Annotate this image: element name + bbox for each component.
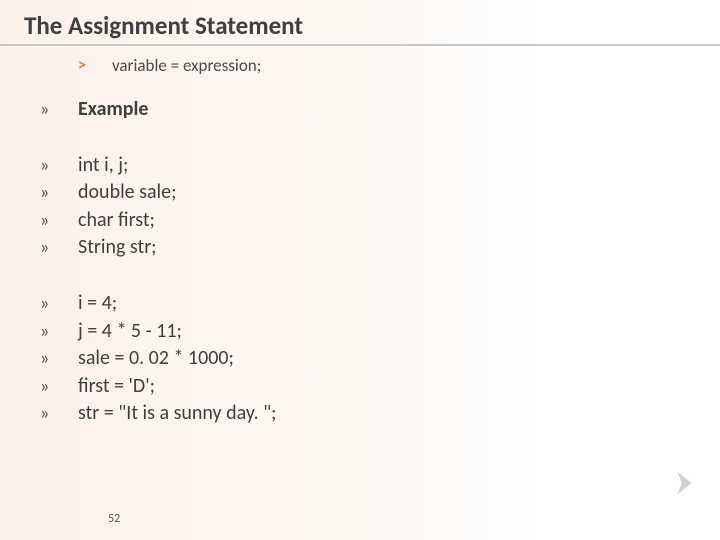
list-item: » Example (40, 96, 600, 124)
syntax-text: variable = expression; (112, 55, 261, 76)
list-item: » double sale; (40, 179, 600, 207)
list-item: » char first; (40, 207, 600, 235)
syntax-bullet: ˃ (78, 56, 86, 75)
line-text: char first; (78, 207, 600, 235)
list-item: » sale = 0. 02 * 1000; (40, 345, 600, 373)
bullet-glyph: » (40, 180, 54, 205)
bullet-glyph: » (40, 374, 54, 399)
line-text: String str; (78, 234, 600, 262)
bullet-glyph: » (40, 319, 54, 344)
list-item: » j = 4 * 5 - 11; (40, 318, 600, 346)
line-text: sale = 0. 02 * 1000; (78, 345, 600, 373)
list-item: » i = 4; (40, 290, 600, 318)
line-text: Example (78, 96, 600, 124)
list-item: » first = 'D'; (40, 373, 600, 401)
group-example: » Example (40, 96, 600, 124)
bullet-glyph: » (40, 208, 54, 233)
line-text: i = 4; (78, 290, 600, 318)
list-item: » String str; (40, 234, 600, 262)
bullet-glyph: » (40, 97, 54, 122)
page-title: The Assignment Statement (24, 10, 303, 41)
page-number: 52 (108, 512, 120, 526)
line-text: first = 'D'; (78, 373, 600, 401)
content: » Example » int i, j; » double sale; » c… (40, 96, 600, 456)
bullet-glyph: » (40, 235, 54, 260)
line-text: double sale; (78, 179, 600, 207)
bullet-glyph: » (40, 346, 54, 371)
line-text: str = "It is a sunny day. "; (78, 400, 600, 428)
syntax-row: ˃ variable = expression; (78, 55, 261, 76)
line-text: j = 4 * 5 - 11; (78, 318, 600, 346)
title-divider (0, 44, 720, 46)
group-assignments: » i = 4; » j = 4 * 5 - 11; » sale = 0. 0… (40, 290, 600, 428)
slide: The Assignment Statement ˃ variable = ex… (0, 0, 720, 540)
bullet-glyph: » (40, 153, 54, 178)
group-declarations: » int i, j; » double sale; » char first;… (40, 152, 600, 262)
list-item: » str = "It is a sunny day. "; (40, 400, 600, 428)
bullet-glyph: » (40, 401, 54, 426)
list-item: » int i, j; (40, 152, 600, 180)
chevron-right-icon (666, 466, 700, 500)
bullet-glyph: » (40, 291, 54, 316)
line-text: int i, j; (78, 152, 600, 180)
